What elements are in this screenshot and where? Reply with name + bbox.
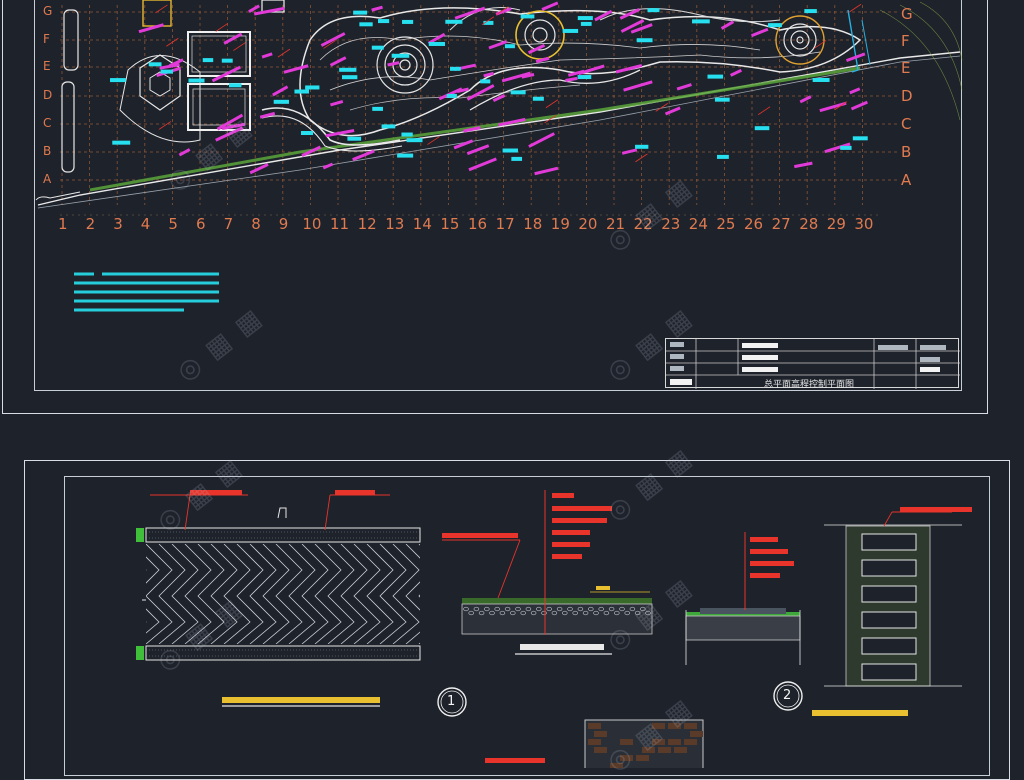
row-label: F: [901, 32, 910, 50]
row-label: G: [43, 4, 53, 18]
column-number: 16: [468, 215, 488, 233]
column-number: 26: [744, 215, 764, 233]
column-number: 19: [550, 215, 570, 233]
row-label: A: [901, 171, 912, 189]
column-number: 28: [799, 215, 819, 233]
column-number: 2: [85, 215, 96, 233]
row-label: D: [901, 87, 913, 105]
column-number: 29: [826, 215, 846, 233]
column-number: 7: [223, 215, 234, 233]
column-number: 20: [578, 215, 598, 233]
detail-drawings: [136, 490, 972, 768]
row-label: F: [43, 32, 50, 46]
row-label: B: [43, 144, 52, 158]
row-label: A: [43, 172, 52, 186]
column-number: 30: [854, 215, 874, 233]
edge-section-detail: [685, 532, 801, 665]
column-number: 24: [688, 215, 708, 233]
detail-marker-1: 1: [447, 694, 456, 709]
row-label: G: [901, 5, 913, 23]
row-label: C: [43, 116, 52, 130]
row-label: B: [901, 143, 912, 161]
title-block: 总平面高程控制平面图: [665, 338, 960, 390]
column-number: 5: [168, 215, 178, 233]
column-number: 6: [196, 215, 206, 233]
column-number: 4: [140, 215, 151, 233]
column-number: 25: [716, 215, 736, 233]
drawing-title: 总平面高程控制平面图: [764, 380, 855, 390]
column-number: 13: [385, 215, 405, 233]
column-number: 10: [302, 215, 322, 233]
cyan-notes-block: [74, 272, 219, 312]
row-label: E: [43, 59, 51, 73]
column-number: 12: [357, 215, 377, 233]
column-number: 8: [251, 215, 261, 233]
detail-marker-2: 2: [783, 688, 792, 703]
column-number: 1: [58, 215, 68, 233]
column-number: 9: [278, 215, 289, 233]
column-number: 11: [330, 215, 350, 233]
row-label: E: [901, 59, 911, 77]
column-number: 15: [440, 215, 460, 233]
steps-plan-detail: [812, 507, 972, 716]
paving-plan-detail: [136, 490, 421, 707]
column-number: 18: [523, 215, 543, 233]
row-label: C: [901, 115, 912, 133]
column-number: 17: [495, 215, 515, 233]
column-number: 14: [412, 215, 432, 233]
column-number: 27: [771, 215, 791, 233]
column-number: 3: [113, 215, 123, 233]
row-label: D: [43, 88, 53, 102]
